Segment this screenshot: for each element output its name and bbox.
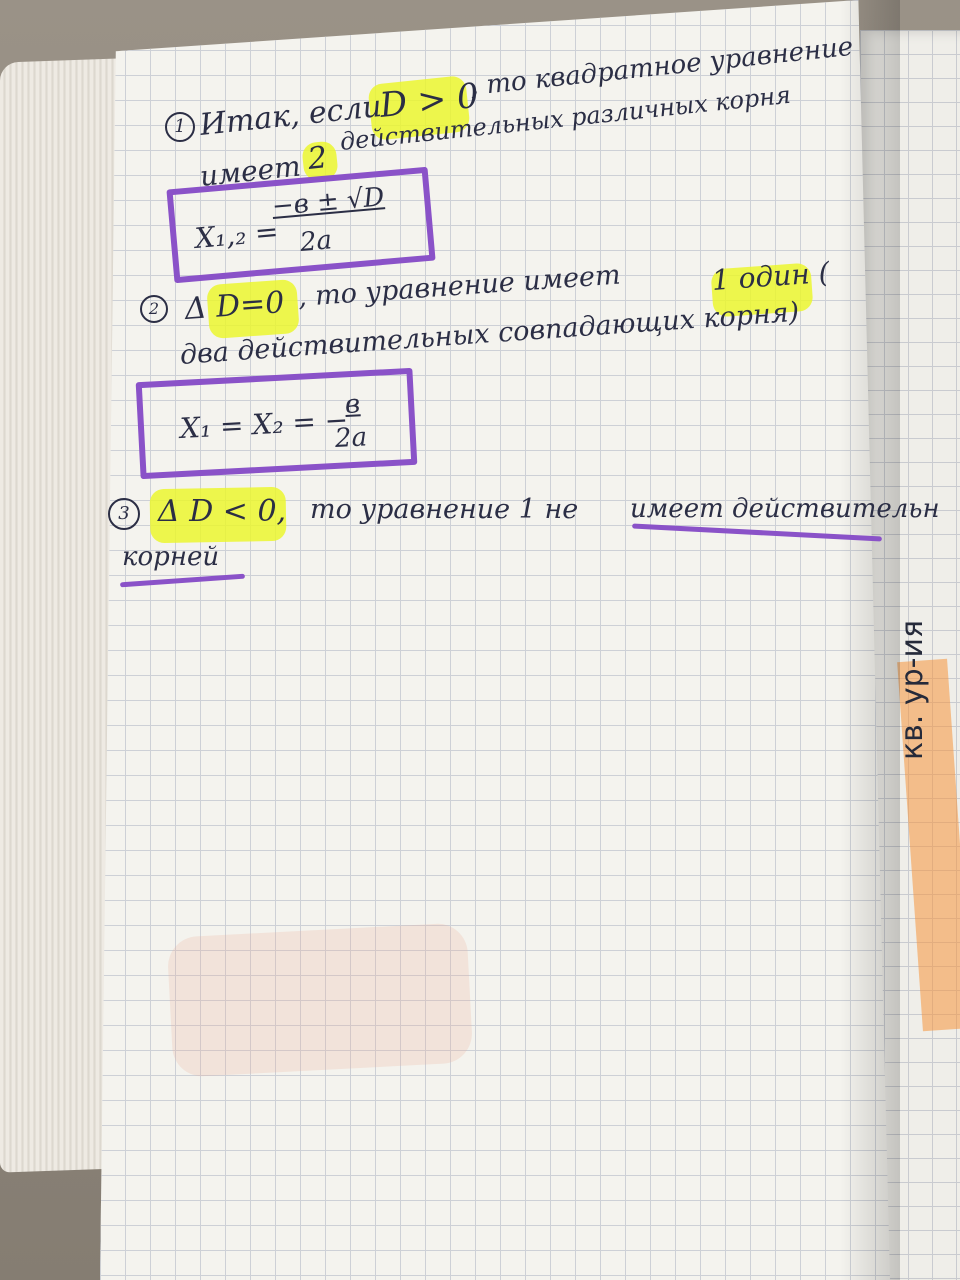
ink-bleed-through xyxy=(166,922,474,1078)
page-fold-shadow xyxy=(840,0,900,1280)
item-1-number: 1 xyxy=(165,112,195,142)
item-2-number: 2 xyxy=(140,295,168,323)
item-1-count: 2 xyxy=(306,140,329,177)
adjacent-page-text: кв. ур-ия xyxy=(895,619,930,760)
formula-2-denominator: 2a xyxy=(334,422,368,454)
formula-2-numerator: в xyxy=(344,389,361,420)
item-2-condition: Δ D=0 xyxy=(183,285,286,327)
item-3-number: 3 xyxy=(108,498,140,530)
formula-1-denominator: 2a xyxy=(298,225,334,258)
item-3-line-2: корней xyxy=(122,542,220,572)
item-3-condition: Δ D < 0, xyxy=(158,494,287,529)
item-3-emphasis: имеет действительн xyxy=(630,494,940,524)
photo-scene: кв. ур-ия 1 Итак, если D > 0 , то квадра… xyxy=(0,0,960,1280)
item-3-line-1-rest: то уравнение 1 не xyxy=(310,494,579,525)
